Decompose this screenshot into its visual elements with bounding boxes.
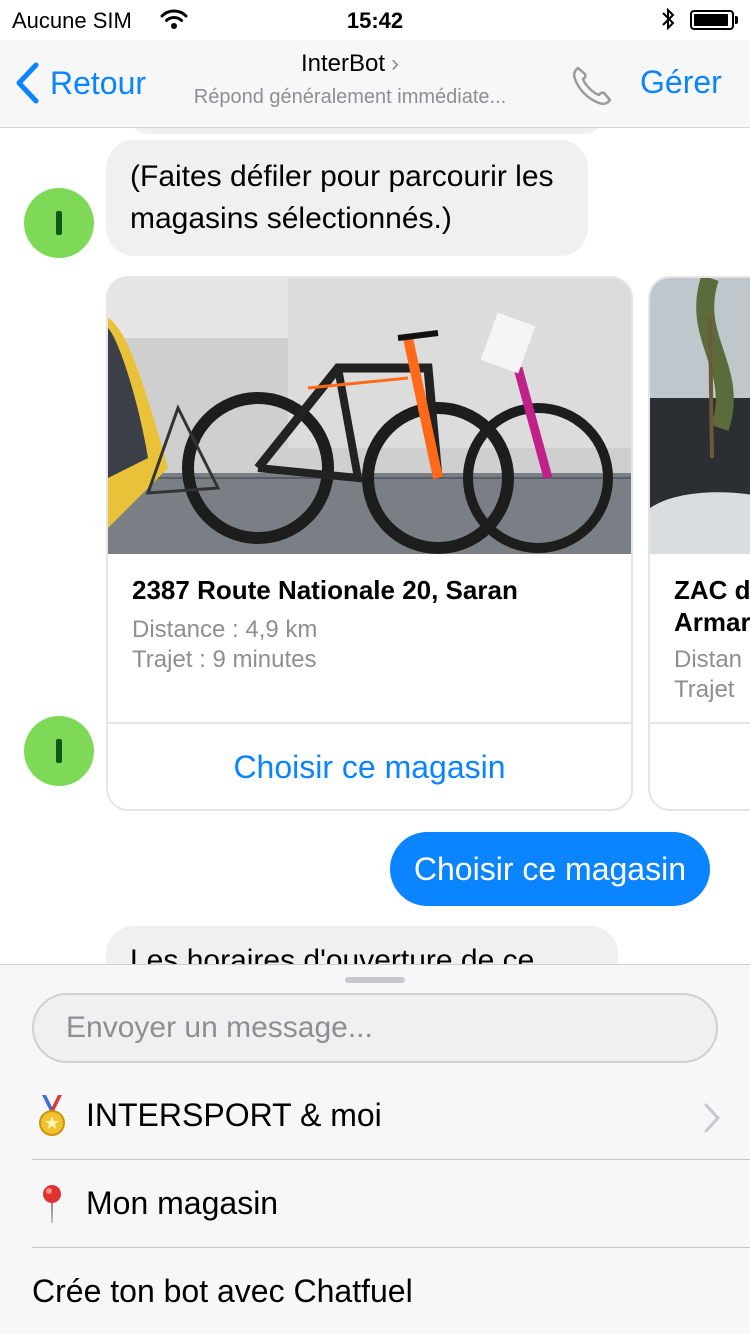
phone-icon: [572, 66, 612, 106]
message-list[interactable]: (Faites défiler pour parcourir les magas…: [0, 128, 750, 964]
battery-icon: [690, 10, 738, 30]
composer: INTERSPORT & moi Mon magasin Crée ton bo…: [0, 964, 750, 1334]
store-distance: Distan: [674, 646, 743, 673]
user-message: Choisir ce magasin: [389, 832, 710, 906]
menu-item-chatfuel[interactable]: Crée ton bot avec Chatfuel: [32, 1247, 750, 1334]
bot-message: Les horaires d'ouverture de ce: [106, 926, 618, 964]
store-photo: [650, 278, 750, 554]
store-address: 2387 Route Nationale 20, Saran: [132, 575, 518, 605]
pin-icon: [32, 1183, 72, 1223]
message-input[interactable]: [34, 995, 716, 1061]
menu-item-store[interactable]: Mon magasin: [32, 1159, 750, 1247]
store-address: ZAC d Armar: [674, 575, 750, 637]
navigation-bar: Retour InterBot › Répond généralement imm…: [0, 40, 750, 128]
bot-avatar: [24, 188, 94, 258]
clock: 15:42: [346, 8, 404, 33]
chevron-left-icon: [16, 62, 39, 104]
phone-call-button[interactable]: [568, 62, 616, 115]
previous-message-bubble: [128, 128, 604, 134]
response-time-subtitle: Répond généralement immédiate...: [193, 86, 507, 108]
menu-item-label: INTERSPORT & moi: [86, 1096, 382, 1133]
menu-item-intersport[interactable]: INTERSPORT & moi: [32, 1071, 750, 1159]
manage-button[interactable]: Gérer: [640, 64, 722, 101]
menu-item-label: Mon magasin: [86, 1184, 279, 1221]
menu-item-label: Crée ton bot avec Chatfuel: [32, 1272, 413, 1309]
store-distance: Distance : 4,9 km: [132, 616, 318, 643]
choose-store-button[interactable]: Choisir ce magasin: [108, 724, 631, 809]
divider: [650, 722, 750, 724]
back-label: Retour: [50, 64, 147, 101]
bluetooth-icon: [660, 6, 676, 38]
bot-avatar: [24, 716, 94, 786]
store-travel-time: Trajet: [674, 676, 735, 703]
back-button[interactable]: Retour: [14, 62, 146, 104]
chevron-right-icon: [704, 1103, 721, 1141]
store-card[interactable]: 2387 Route Nationale 20, Saran Distance …: [106, 276, 633, 811]
conversation-title: InterBot: [300, 50, 386, 77]
store-card[interactable]: ZAC d Armar Distan Trajet: [648, 276, 750, 811]
bot-message: (Faites défiler pour parcourir les magas…: [106, 140, 588, 256]
drawer-handle[interactable]: [345, 977, 405, 983]
chevron-right-icon: ›: [391, 50, 400, 77]
status-bar: Aucune SIM 15:42: [0, 0, 750, 40]
medal-icon: [32, 1095, 72, 1136]
store-travel-time: Trajet : 9 minutes: [132, 646, 317, 673]
conversation-header[interactable]: InterBot › Répond généralement immédiate.…: [150, 50, 550, 109]
message-input-container[interactable]: [32, 993, 718, 1063]
store-photo: [108, 278, 631, 554]
